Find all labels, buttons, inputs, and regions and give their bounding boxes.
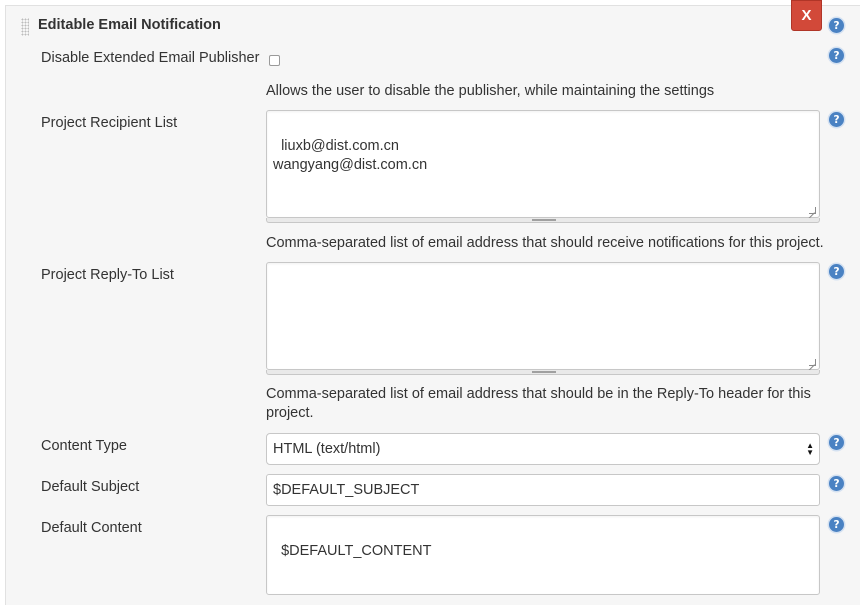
recipient-list-label: Project Recipient List	[41, 115, 178, 131]
content-type-label: Content Type	[41, 438, 127, 454]
help-icon[interactable]: ?	[829, 264, 844, 279]
reply-to-list-description: Comma-separated list of email address th…	[266, 385, 811, 423]
section-title: Editable Email Notification	[38, 17, 221, 33]
help-icon[interactable]: ?	[829, 18, 844, 33]
reply-to-list-resize-bar[interactable]	[266, 370, 820, 375]
resize-grip-icon[interactable]	[809, 359, 816, 366]
content-type-selected-value: HTML (text/html)	[273, 441, 381, 457]
disable-publisher-label: Disable Extended Email Publisher	[41, 50, 260, 66]
select-arrows-icon: ▲ ▼	[806, 441, 814, 457]
reply-to-description-line-1: Comma-separated list of email address th…	[266, 386, 811, 402]
reply-to-list-textarea[interactable]	[266, 262, 820, 370]
help-icon[interactable]: ?	[829, 517, 844, 532]
default-subject-label: Default Subject	[41, 479, 140, 495]
recipient-list-resize-bar[interactable]	[266, 218, 820, 223]
reply-to-list-label: Project Reply-To List	[41, 267, 174, 283]
content-type-select[interactable]: HTML (text/html) ▲ ▼	[266, 433, 820, 465]
default-subject-value: $DEFAULT_SUBJECT	[273, 482, 420, 498]
resize-grip-icon[interactable]	[809, 207, 816, 214]
disable-publisher-checkbox[interactable]	[269, 55, 280, 66]
disable-publisher-description: Allows the user to disable the publisher…	[266, 83, 715, 99]
drag-handle[interactable]	[21, 18, 29, 36]
recipient-list-textarea[interactable]: liuxb@dist.com.cn wangyang@dist.com.cn	[266, 110, 820, 218]
reply-to-description-line-2: project.	[266, 405, 314, 421]
help-icon[interactable]: ?	[829, 476, 844, 491]
help-icon[interactable]: ?	[829, 112, 844, 127]
help-icon[interactable]: ?	[829, 48, 844, 63]
default-content-textarea[interactable]: $DEFAULT_CONTENT	[266, 515, 820, 595]
default-subject-input[interactable]: $DEFAULT_SUBJECT	[266, 474, 820, 506]
default-content-value: $DEFAULT_CONTENT	[281, 543, 432, 559]
recipient-list-description: Comma-separated list of email address th…	[266, 235, 824, 251]
recipient-list-value: liuxb@dist.com.cn wangyang@dist.com.cn	[273, 138, 428, 173]
default-content-label: Default Content	[41, 520, 142, 536]
close-button[interactable]: X	[791, 0, 822, 31]
help-icon[interactable]: ?	[829, 435, 844, 450]
